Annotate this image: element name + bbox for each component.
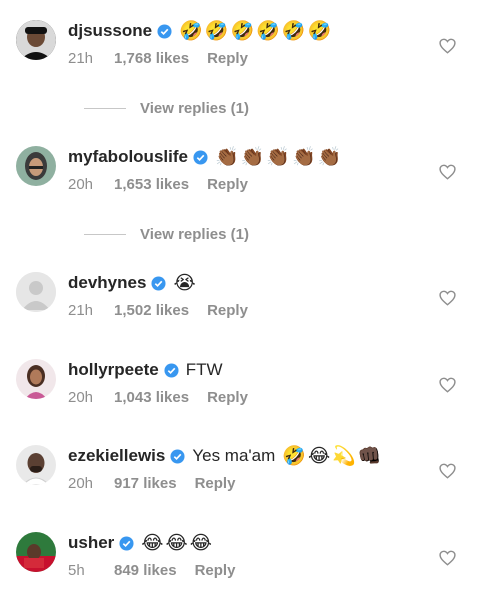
divider: [84, 108, 126, 109]
heart-icon[interactable]: [439, 377, 456, 393]
comment-header: devhynes 😭: [68, 268, 196, 298]
clapping-hands-emoji-icon: 👏🏾: [214, 146, 239, 168]
avatar[interactable]: [16, 532, 56, 572]
comment-emojis: 🤣 🤣 🤣 🤣 🤣 🤣: [179, 22, 331, 41]
likes-count[interactable]: 917 likes: [114, 475, 177, 492]
clapping-hands-emoji-icon: 👏🏾: [240, 146, 265, 168]
comment-emojis: 🤣 😂 💫 👊🏿: [282, 447, 381, 466]
likes-count[interactable]: 849 likes: [114, 562, 177, 579]
reply-button[interactable]: Reply: [195, 562, 236, 579]
reply-button[interactable]: Reply: [207, 176, 248, 193]
avatar[interactable]: [16, 445, 56, 485]
comment-emojis: 👏🏾 👏🏾 👏🏾 👏🏾 👏🏾: [215, 148, 341, 167]
comment-emojis: 😂 😂 😂: [141, 534, 212, 553]
verified-badge-icon: [164, 362, 179, 378]
username[interactable]: djsussone: [68, 21, 152, 41]
heart-icon[interactable]: [439, 550, 456, 566]
likes-count[interactable]: 1,768 likes: [114, 50, 189, 67]
heart-icon[interactable]: [439, 164, 456, 180]
comment-meta: 21h 1,502 likes Reply: [68, 302, 248, 319]
view-replies-label[interactable]: View replies (1): [140, 100, 249, 117]
comment-meta: 5h 849 likes Reply: [68, 562, 235, 579]
verified-badge-icon: [193, 149, 208, 165]
crying-face-emoji-icon: 😭: [173, 272, 196, 294]
likes-count[interactable]: 1,502 likes: [114, 302, 189, 319]
comment-text: FTW: [185, 360, 223, 379]
verified-badge-icon: [119, 535, 134, 551]
timestamp: 20h: [68, 176, 94, 193]
tears-of-joy-emoji-icon: 😂: [165, 532, 188, 554]
rofl-emoji-icon: 🤣: [179, 20, 203, 42]
reply-button[interactable]: Reply: [207, 302, 248, 319]
verified-badge-icon: [170, 448, 185, 464]
clapping-hands-emoji-icon: 👏🏾: [317, 146, 342, 168]
view-replies-label[interactable]: View replies (1): [140, 226, 249, 243]
timestamp: 21h: [68, 50, 94, 67]
avatar[interactable]: [16, 146, 56, 186]
likes-count[interactable]: 1,653 likes: [114, 176, 189, 193]
comment-header: djsussone 🤣 🤣 🤣 🤣 🤣 🤣: [68, 16, 331, 46]
avatar[interactable]: [16, 272, 56, 312]
reply-button[interactable]: Reply: [207, 50, 248, 67]
tears-of-joy-emoji-icon: 😂: [141, 532, 164, 554]
username[interactable]: myfabolouslife: [68, 147, 188, 167]
divider: [84, 234, 126, 235]
timestamp: 5h: [68, 562, 85, 579]
rofl-emoji-icon: 🤣: [282, 445, 306, 467]
comment-meta: 20h 1,653 likes Reply: [68, 176, 248, 193]
timestamp: 20h: [68, 475, 94, 492]
username[interactable]: devhynes: [68, 273, 146, 293]
likes-count[interactable]: 1,043 likes: [114, 389, 189, 406]
username[interactable]: usher: [68, 533, 114, 553]
comment-header: usher 😂 😂 😂: [68, 528, 212, 558]
rofl-emoji-icon: 🤣: [307, 20, 332, 42]
heart-icon[interactable]: [439, 463, 456, 479]
view-replies-button[interactable]: View replies (1): [84, 226, 249, 243]
comment-meta: 20h 1,043 likes Reply: [68, 389, 248, 406]
reply-button[interactable]: Reply: [207, 389, 248, 406]
verified-badge-icon: [157, 23, 172, 39]
view-replies-button[interactable]: View replies (1): [84, 100, 249, 117]
dizzy-emoji-icon: 💫: [332, 445, 356, 467]
avatar[interactable]: [16, 359, 56, 399]
comment-header: ezekiellewis Yes ma'am 🤣 😂 💫 👊🏿: [68, 441, 382, 471]
reply-button[interactable]: Reply: [195, 475, 236, 492]
comment-header: hollyrpeete FTW: [68, 355, 223, 385]
clapping-hands-emoji-icon: 👏🏾: [291, 146, 316, 168]
comment-meta: 20h 917 likes Reply: [68, 475, 235, 492]
verified-badge-icon: [151, 275, 166, 291]
rofl-emoji-icon: 🤣: [204, 20, 229, 42]
comment-meta: 21h 1,768 likes Reply: [68, 50, 248, 67]
clapping-hands-emoji-icon: 👏🏾: [266, 146, 290, 168]
comment-header: myfabolouslife 👏🏾 👏🏾 👏🏾 👏🏾 👏🏾: [68, 142, 341, 172]
rofl-emoji-icon: 🤣: [256, 20, 280, 42]
timestamp: 21h: [68, 302, 94, 319]
tears-of-joy-emoji-icon: 😂: [189, 532, 212, 554]
tears-of-joy-emoji-icon: 😂: [307, 445, 331, 467]
fist-bump-emoji-icon: 👊🏿: [357, 445, 382, 467]
comment-text: Yes ma'am: [192, 446, 276, 465]
comment-emojis: 😭: [173, 274, 195, 293]
timestamp: 20h: [68, 389, 94, 406]
username[interactable]: hollyrpeete: [68, 360, 159, 380]
heart-icon[interactable]: [439, 38, 456, 54]
username[interactable]: ezekiellewis: [68, 446, 165, 466]
rofl-emoji-icon: 🤣: [230, 20, 255, 42]
avatar[interactable]: [16, 20, 56, 60]
rofl-emoji-icon: 🤣: [281, 20, 306, 42]
heart-icon[interactable]: [439, 290, 456, 306]
